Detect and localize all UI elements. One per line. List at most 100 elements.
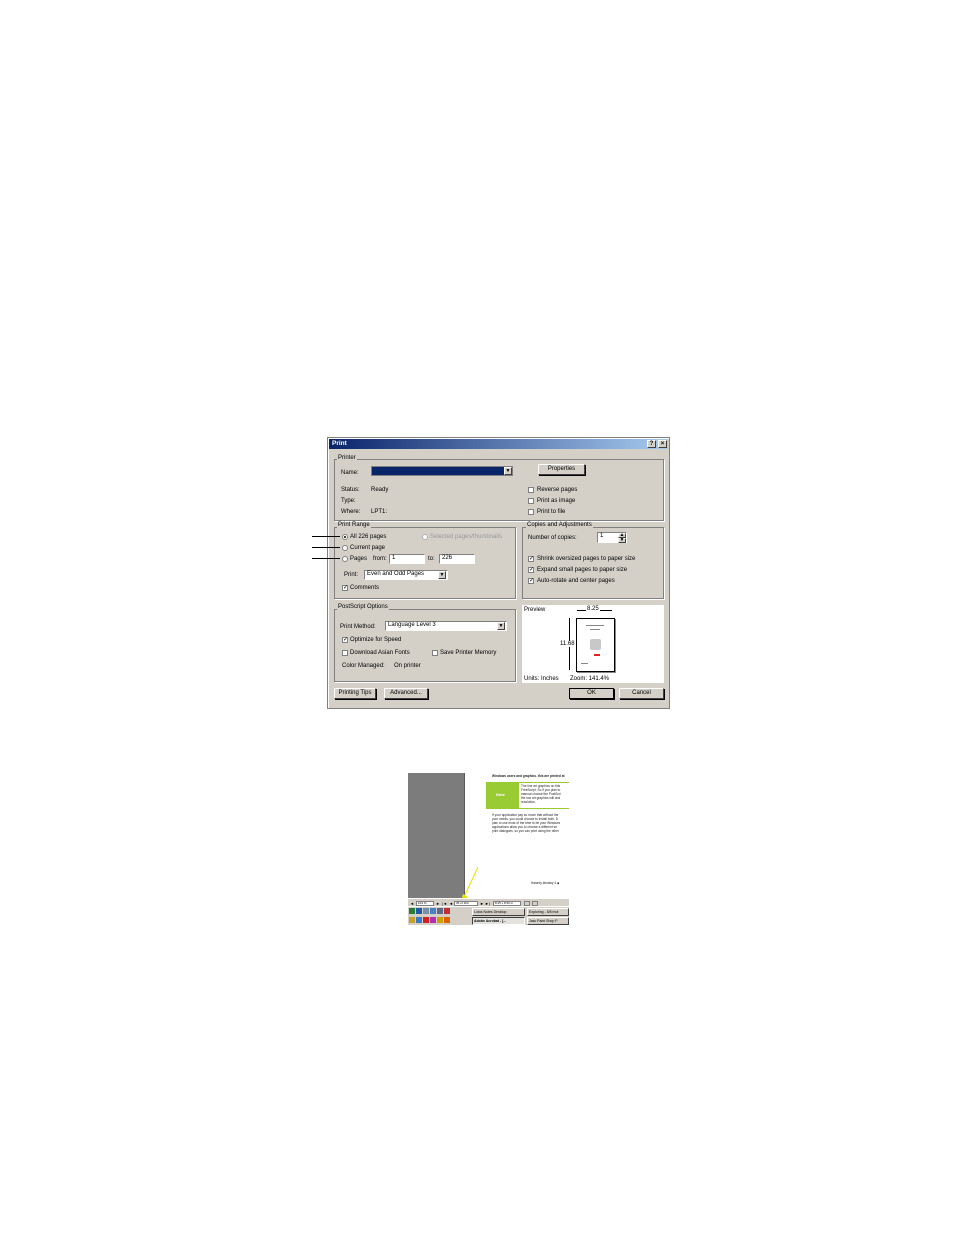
print-method-label: Print Method:	[340, 624, 376, 630]
chevron-down-icon[interactable]: ▼	[504, 467, 512, 475]
thumb-line	[581, 663, 588, 664]
quicklaunch-pdf-icon[interactable]	[423, 917, 429, 923]
autorotate-checkbox[interactable]: ✓	[528, 578, 534, 584]
taskbar-button-lotus-notes[interactable]: Lotus Notes Desktop	[472, 908, 525, 916]
preview-height-label: 11.68	[560, 641, 575, 647]
download-fonts-label: Download Asian Fonts	[350, 650, 410, 656]
body-text: If your application pay so much that wit…	[492, 813, 569, 833]
status-label: Status:	[341, 487, 360, 493]
chevron-down-icon[interactable]: ▼	[438, 571, 446, 579]
thumb-printer-graphic	[590, 639, 601, 650]
reverse-pages-checkbox[interactable]	[528, 487, 534, 493]
copies-label: Number of copies:	[528, 535, 577, 541]
reverse-pages-label: Reverse pages	[537, 487, 578, 493]
preview-width-label: 8.25	[586, 606, 600, 612]
selected-pages-label: Selected pages/thumbnails	[430, 534, 503, 540]
acrobat-screenshot: Windows users and graphics. this are pri…	[408, 773, 569, 925]
quicklaunch-folder-icon[interactable]	[409, 917, 415, 923]
quicklaunch-excel-icon[interactable]	[409, 908, 415, 914]
chevron-down-icon[interactable]: ▼	[497, 622, 505, 630]
zoom-label: Zoom: 141.4%	[570, 676, 610, 682]
quicklaunch-printer-icon[interactable]	[437, 908, 443, 914]
save-memory-checkbox[interactable]	[432, 650, 438, 656]
page-heading: Windows users and graphics. this are pri…	[492, 774, 565, 778]
ok-button[interactable]: OK	[569, 688, 614, 699]
printing-tips-button[interactable]: Printing Tips	[334, 688, 376, 699]
quicklaunch-mail-icon[interactable]	[437, 917, 443, 923]
taskbar: Lotus Notes Desktop Exploring - 5/8 mot …	[408, 906, 569, 925]
quicklaunch-media-icon[interactable]	[430, 917, 436, 923]
name-label: Name:	[341, 470, 359, 476]
print-subset-value: Even and Odd Pages	[367, 571, 425, 577]
download-fonts-checkbox[interactable]	[342, 650, 348, 656]
advanced-button[interactable]: Advanced...	[384, 688, 428, 699]
print-subset-label: Print:	[344, 572, 359, 578]
callout-line-current-page	[312, 547, 340, 548]
comments-label: Comments	[350, 585, 380, 591]
green-rule	[486, 808, 569, 809]
quicklaunch-network-icon[interactable]	[430, 908, 436, 914]
from-label: from:	[373, 556, 387, 562]
print-range-label: Print Range	[337, 522, 371, 528]
current-page-radio[interactable]	[342, 545, 348, 551]
quicklaunch-acrobat-icon[interactable]	[444, 908, 450, 914]
preview-panel: Preview 8.25 11.68 Units: Inches Zoom: 1…	[522, 605, 664, 683]
shrink-checkbox[interactable]: ✓	[528, 556, 534, 562]
all-pages-label: All 226 pages	[350, 534, 387, 540]
color-managed-value: On printer	[394, 663, 421, 669]
print-to-file-checkbox[interactable]	[528, 509, 534, 515]
current-page-label: Current page	[350, 545, 386, 551]
print-method-select[interactable]: Language Level 3 ▼	[385, 621, 507, 631]
to-field[interactable]: 226	[439, 554, 475, 564]
comments-checkbox[interactable]: ✓	[342, 585, 348, 591]
postscript-group	[334, 609, 516, 682]
print-as-image-label: Print as image	[537, 498, 576, 504]
pages-label: Pages	[350, 556, 368, 562]
color-managed-label: Color Managed:	[342, 663, 385, 669]
type-label: Type:	[341, 498, 356, 504]
from-field[interactable]: 1	[389, 554, 425, 564]
callout-line-pages	[312, 558, 340, 559]
all-pages-radio[interactable]	[342, 534, 348, 540]
title-bar[interactable]: Print ? ×	[329, 439, 668, 449]
help-icon[interactable]: ?	[647, 440, 656, 448]
copies-value: 1	[600, 533, 604, 539]
dialog-title: Print	[332, 440, 347, 447]
optimize-checkbox[interactable]: ✓	[342, 637, 348, 643]
close-icon[interactable]: ×	[658, 440, 667, 448]
note-text: The line art graphics on this FreeScript…	[521, 784, 569, 804]
note-line: resolution.	[521, 800, 536, 804]
quicklaunch-tools-icon[interactable]	[444, 917, 450, 923]
printer-group-label: Printer	[337, 455, 357, 461]
optimize-label: Optimize for Speed	[350, 637, 402, 643]
navigation-pane[interactable]	[408, 773, 465, 898]
quicklaunch-explorer-icon[interactable]	[423, 908, 429, 914]
print-as-image-checkbox[interactable]	[528, 498, 534, 504]
cancel-button[interactable]: Cancel	[619, 688, 664, 699]
units-label: Units: Inches	[524, 676, 559, 682]
printer-name-select[interactable]: ▼	[371, 466, 513, 476]
print-method-value: Language Level 3	[388, 622, 436, 628]
shrink-label: Shrink oversized pages to paper size	[537, 556, 636, 562]
copies-stepper[interactable]: 1 ▲ ▼	[597, 532, 627, 543]
taskbar-button-paint-shop[interactable]: Jasc Paint Shop P	[527, 917, 569, 925]
where-label: Where:	[341, 509, 361, 515]
taskbar-button-exploring[interactable]: Exploring - 5/8 mot	[527, 908, 569, 916]
preview-page-thumbnail	[576, 618, 615, 672]
to-label: to:	[428, 556, 435, 562]
quicklaunch-globe-icon[interactable]	[416, 917, 422, 923]
print-subset-select[interactable]: Even and Odd Pages ▼	[364, 570, 448, 580]
chevron-down-icon[interactable]: ▼	[618, 538, 626, 543]
taskbar-button-acrobat[interactable]: Adobe Acrobat - [...	[472, 917, 525, 925]
body-line: print dialogues, so you can print using …	[492, 829, 559, 833]
quicklaunch-word-icon[interactable]	[416, 908, 422, 914]
copies-group-label: Copies and Adjustments	[526, 522, 593, 528]
selected-pages-radio[interactable]	[422, 534, 428, 540]
where-value: LPT1:	[371, 509, 388, 515]
print-to-file-label: Print to file	[537, 509, 566, 515]
pages-radio[interactable]	[342, 556, 348, 562]
print-dialog: Print ? × Printer Name: ▼ Properties Sta…	[327, 437, 670, 709]
properties-button[interactable]: Properties	[538, 464, 585, 475]
page-footer: Hasedy ideasky 4 ◆	[531, 881, 560, 885]
expand-checkbox[interactable]: ✓	[528, 567, 534, 573]
